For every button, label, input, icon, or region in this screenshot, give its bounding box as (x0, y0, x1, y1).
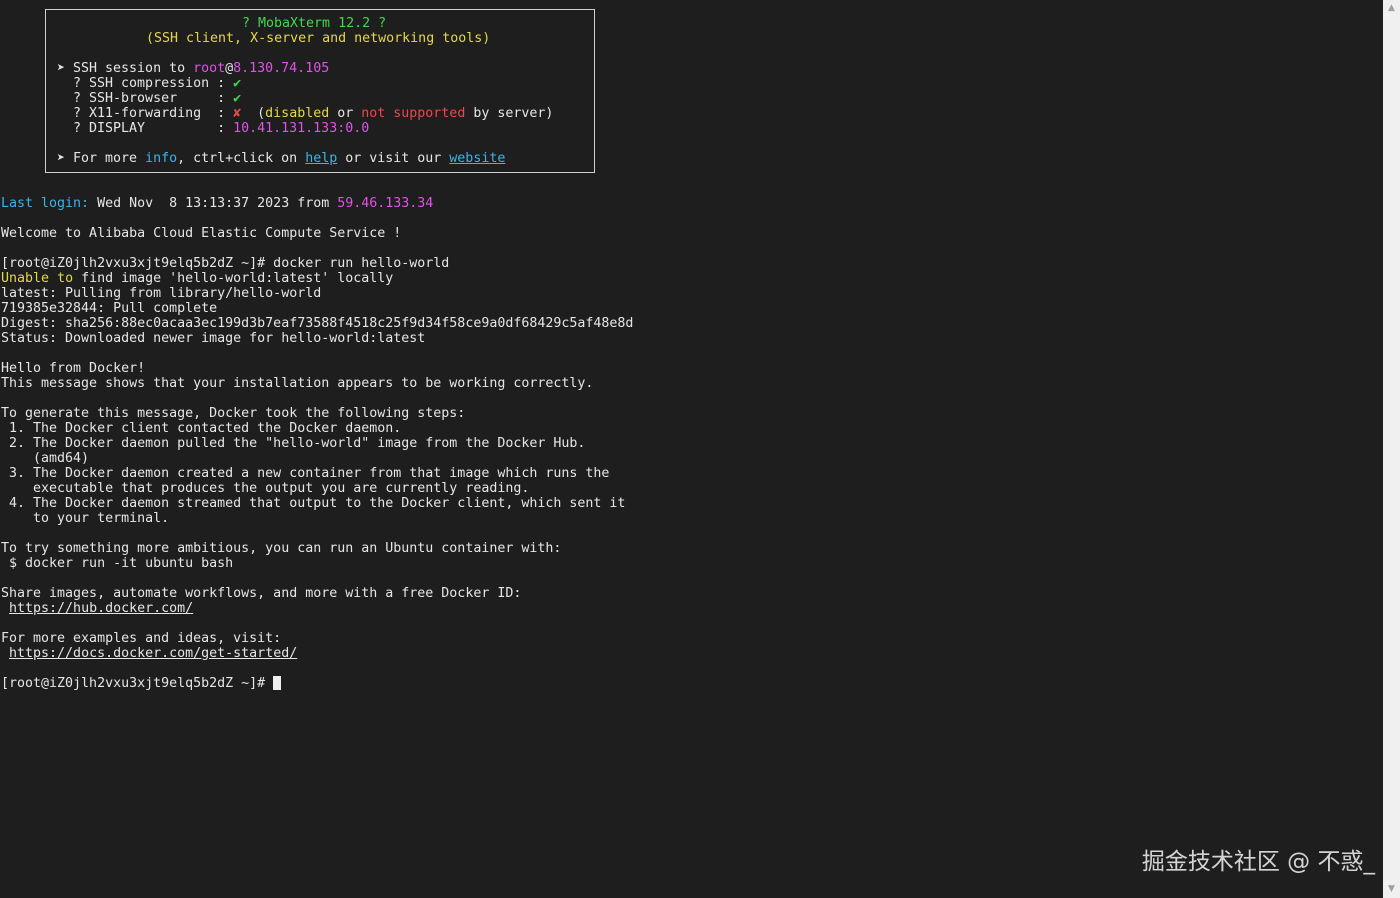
scroll-up-icon[interactable]: ▲ (1383, 0, 1400, 17)
unable-word: Unable (1, 271, 50, 286)
docker-docs-link[interactable]: https://docs.docker.com/get-started/ (9, 646, 297, 661)
output-line: (amd64) (1, 451, 90, 466)
display-value: 10.41.131.133:0.0 (233, 121, 370, 136)
banner-subtitle: (SSH client, X-server and networking too… (146, 31, 491, 46)
session-host: 8.130.74.105 (233, 61, 330, 76)
unable-rest: find image 'hello-world:latest' locally (73, 271, 394, 286)
output-line: 1. The Docker client contacted the Docke… (1, 421, 402, 436)
output-line: executable that produces the output you … (1, 481, 530, 496)
session-user: root (193, 61, 226, 76)
output-line: Hello from Docker! (1, 361, 146, 376)
output-line: Status: Downloaded newer image for hello… (1, 331, 426, 346)
output-line: Digest: sha256:88ec0acaa3ec199d3b7eaf735… (1, 316, 634, 331)
check-icon: ✔ (233, 91, 242, 106)
output-line: This message shows that your installatio… (1, 376, 594, 391)
output-line: Share images, automate workflows, and mo… (1, 586, 522, 601)
to-word: to (57, 271, 74, 286)
last-login-label: Last login: (1, 196, 90, 211)
x11-note-tail: by server) (465, 106, 554, 121)
feature-label: ? SSH-browser : (57, 91, 234, 106)
output-line: to your terminal. (1, 511, 170, 526)
x11-note-not-supported: not supported (361, 106, 466, 121)
more-info-line: ➤ For more info, ctrl+click on help or v… (57, 151, 505, 166)
feature-label: ? X11-forwarding : (57, 106, 234, 121)
feature-ssh-compression: ? SSH compression : ✔ (57, 76, 241, 91)
hub-link-line: https://hub.docker.com/ (1, 601, 193, 616)
x11-note-disabled: disabled (265, 106, 330, 121)
ssh-session-line: ➤ SSH session to root@8.130.74.105 (57, 61, 329, 76)
help-link[interactable]: help (305, 151, 337, 166)
x11-note-or: or (329, 106, 362, 121)
output-line: To try something more ambitious, you can… (1, 541, 562, 556)
welcome-line: Welcome to Alibaba Cloud Elastic Compute… (1, 226, 402, 241)
last-login-ip: 59.46.133.34 (337, 196, 434, 211)
output-line: latest: Pulling from library/hello-world (1, 286, 322, 301)
watermark: 掘金技术社区 @ 不惑_ (1141, 849, 1375, 875)
scroll-down-icon[interactable]: ▼ (1383, 881, 1400, 898)
unable-line: Unable to find image 'hello-world:latest… (1, 271, 393, 286)
more-mid: , ctrl+click on (177, 151, 306, 166)
feature-x11-forwarding: ? X11-forwarding : ✘ (disabled or not su… (57, 106, 553, 121)
check-icon: ✔ (233, 76, 242, 91)
more-prefix: ➤ For more (57, 151, 146, 166)
more-mid2: or visit our (337, 151, 450, 166)
last-login-line: Last login: Wed Nov 8 13:13:37 2023 from… (1, 196, 433, 211)
x11-note-open: ( (241, 106, 266, 121)
docker-run-command: [root@iZ0jlh2vxu3xjt9elq5b2dZ ~]# docker… (1, 256, 450, 271)
shell-prompt: [root@iZ0jlh2vxu3xjt9elq5b2dZ ~]# (1, 676, 274, 691)
docker-hub-link[interactable]: https://hub.docker.com/ (9, 601, 193, 616)
banner-title: ? MobaXterm 12.2 ? (242, 16, 387, 31)
info-word: info (145, 151, 178, 166)
website-link[interactable]: website (449, 151, 505, 166)
cross-icon: ✘ (233, 106, 242, 121)
feature-label: ? SSH compression : (57, 76, 234, 91)
docs-link-line: https://docs.docker.com/get-started/ (1, 646, 297, 661)
mobaxterm-banner: ? MobaXterm 12.2 ? (SSH client, X-server… (45, 9, 595, 173)
output-line: 4. The Docker daemon streamed that outpu… (1, 496, 626, 511)
output-line: 2. The Docker daemon pulled the "hello-w… (1, 436, 586, 451)
output-line: To generate this message, Docker took th… (1, 406, 466, 421)
vertical-scrollbar[interactable]: ▲ ▼ (1383, 0, 1400, 898)
terminal-area[interactable]: ? MobaXterm 12.2 ? (SSH client, X-server… (0, 0, 1383, 898)
output-line: $ docker run -it ubuntu bash (1, 556, 234, 571)
examples-line: For more examples and ideas, visit: (1, 631, 282, 646)
feature-ssh-browser: ? SSH-browser : ✔ (57, 91, 241, 106)
feature-display: ? DISPLAY : 10.41.131.133:0.0 (57, 121, 369, 136)
terminal-cursor (273, 676, 281, 690)
output-line: 719385e32844: Pull complete (1, 301, 218, 316)
output-line: 3. The Docker daemon created a new conta… (1, 466, 610, 481)
display-label: ? DISPLAY : (57, 121, 234, 136)
session-prefix: ➤ SSH session to (57, 61, 194, 76)
last-login-date: Wed Nov 8 13:13:37 2023 from (89, 196, 338, 211)
scrollbar-thumb[interactable] (1387, 17, 1396, 881)
session-at: @ (225, 61, 234, 76)
